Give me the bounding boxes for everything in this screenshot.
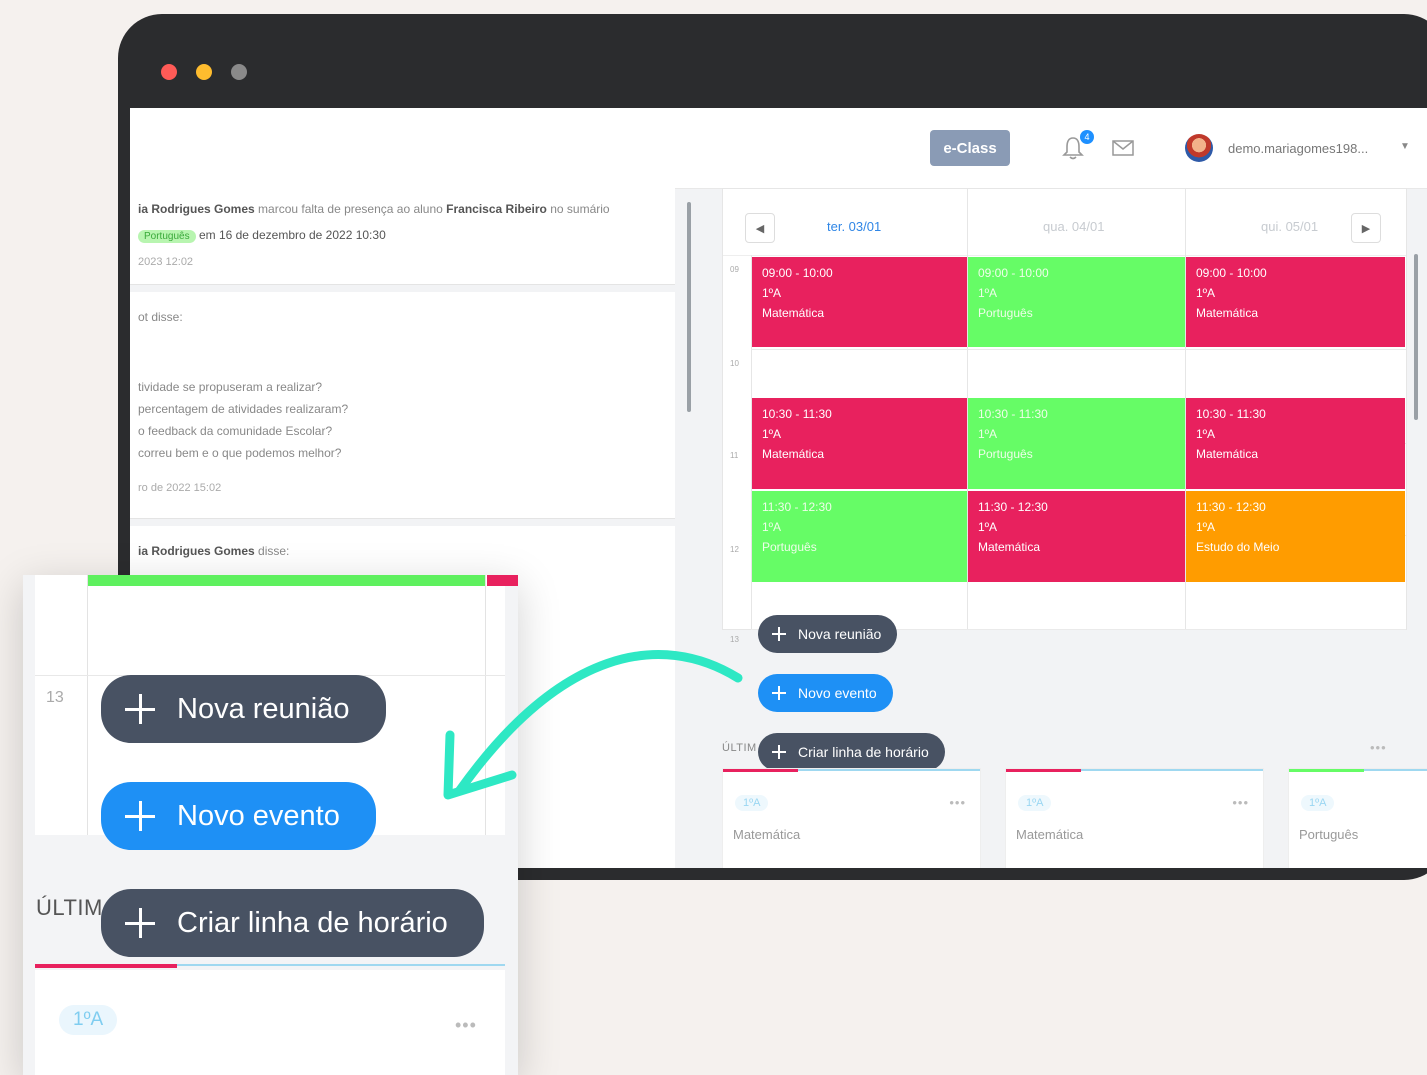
arrow-icon [443,650,743,800]
